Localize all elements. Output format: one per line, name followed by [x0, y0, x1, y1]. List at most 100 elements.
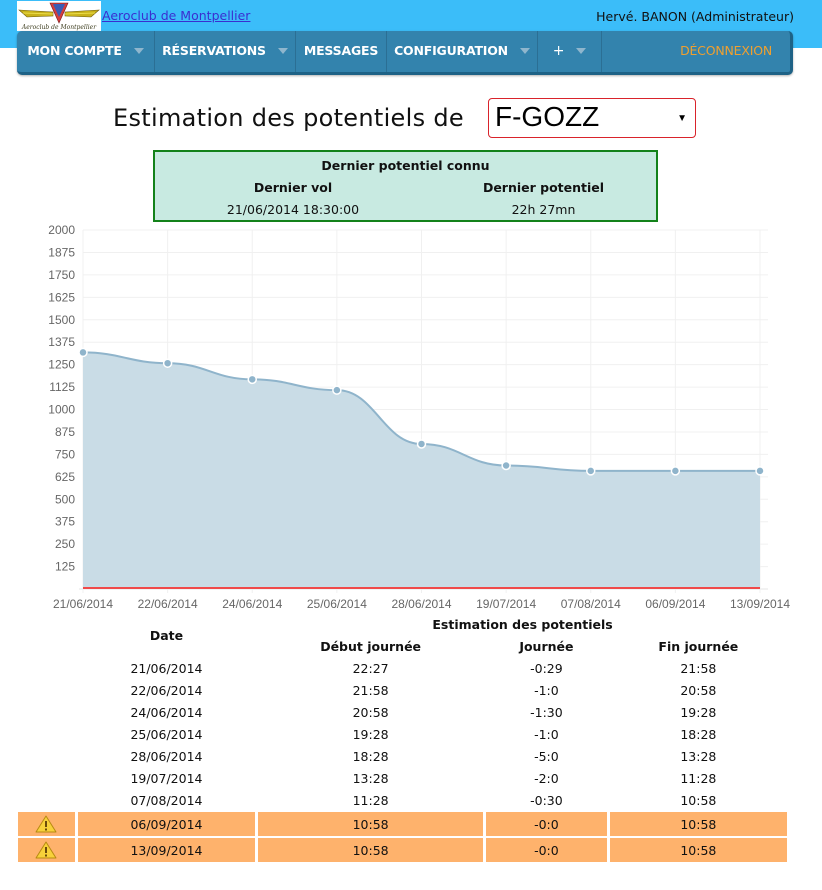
table-row: 28/06/2014 18:28 -5:0 13:28 [18, 746, 787, 766]
day-cell: -1:30 [530, 704, 563, 720]
last-flight-header: Dernier vol [253, 180, 333, 195]
end-header: Fin journée [658, 638, 739, 654]
date-cell: 21/06/2014 [130, 660, 203, 676]
data-point [332, 385, 342, 395]
start-cell: 21:58 [352, 682, 389, 698]
date-cell: 06/09/2014 [77, 812, 256, 836]
logo-caption: Aeroclub de Montpellier [21, 24, 97, 31]
warning-icon [35, 841, 57, 859]
warning-cell [18, 768, 75, 788]
nav-configuration[interactable]: CONFIGURATION [387, 31, 538, 72]
y-tick-label: 875 [55, 425, 75, 439]
y-tick-label: 1875 [48, 245, 75, 259]
end-cell: 18:28 [680, 726, 717, 742]
start-cell: 20:58 [352, 704, 389, 720]
day-cell: -0:0 [486, 812, 607, 836]
day-cell: -1:0 [534, 682, 559, 698]
day-cell: -0:0 [486, 838, 607, 862]
warning-cell [18, 724, 75, 744]
date-cell: 22/06/2014 [130, 682, 203, 698]
data-point [247, 374, 257, 385]
y-tick-label: 625 [55, 470, 75, 484]
x-tick-label: 06/09/2014 [645, 597, 705, 611]
last-known-potential-box: Dernier potentiel connu Dernier vol Dern… [153, 150, 658, 222]
dropdown-arrow-icon: ▼ [677, 113, 687, 124]
last-flight-value: 21/06/2014 18:30:00 [226, 202, 360, 217]
y-tick-label: 125 [55, 560, 75, 574]
x-tick-label: 21/06/2014 [53, 597, 113, 611]
nav-more[interactable]: + [538, 31, 602, 72]
caret-down-icon [519, 47, 530, 54]
x-tick-label: 24/06/2014 [222, 597, 282, 611]
logout-button[interactable]: DÉCONNEXION [602, 31, 790, 72]
y-tick-label: 1000 [48, 403, 75, 417]
start-cell: 10:58 [258, 812, 484, 836]
end-cell: 19:28 [680, 704, 717, 720]
y-axis: 125 250 375 500 625 750 875 1000 1125 1250 1375 150… [48, 223, 75, 574]
start-cell: 11:28 [352, 792, 389, 808]
warning-cell [18, 680, 75, 700]
caret-down-icon [133, 47, 144, 54]
last-potential-value: 22h 27mn [511, 202, 576, 217]
nav-reservations[interactable]: RÉSERVATIONS [155, 31, 296, 72]
table-row: 22/06/2014 21:58 -1:0 20:58 [18, 680, 787, 700]
nav-mon-compte[interactable]: MON COMPTE [17, 31, 155, 72]
data-point [78, 347, 88, 358]
x-tick-label: 22/06/2014 [138, 597, 198, 611]
table-row-warning: 13/09/2014 10:58 -0:0 10:58 [18, 838, 787, 862]
warning-cell [18, 838, 75, 862]
warning-cell [18, 658, 75, 678]
date-header: Date [149, 627, 184, 643]
caret-down-icon [277, 47, 288, 54]
end-cell: 10:58 [609, 838, 787, 862]
y-tick-label: 500 [55, 492, 75, 506]
nav-label: DÉCONNEXION [680, 43, 772, 58]
end-cell: 21:58 [680, 660, 717, 676]
y-tick-label: 1250 [48, 358, 75, 372]
start-cell: 13:28 [352, 770, 389, 786]
day-cell: -0:29 [530, 660, 563, 676]
plus-icon: + [552, 42, 565, 59]
end-cell: 10:58 [680, 792, 717, 808]
warning-cell [18, 812, 75, 836]
x-tick-label: 28/06/2014 [391, 597, 451, 611]
x-tick-label: 13/09/2014 [730, 597, 790, 611]
start-cell: 10:58 [258, 838, 484, 862]
end-cell: 10:58 [609, 812, 787, 836]
date-cell: 28/06/2014 [130, 748, 203, 764]
y-tick-label: 1625 [48, 290, 75, 304]
data-point [162, 358, 173, 368]
y-tick-label: 2000 [48, 223, 75, 237]
current-user: Hervé. BANON (Administrateur) [596, 9, 794, 24]
data-point [586, 466, 596, 476]
last-known-title: Dernier potentiel connu [321, 158, 490, 173]
main-nav: MON COMPTE RÉSERVATIONS MESSAGES CONFIGU… [17, 31, 793, 75]
table-row: 19/07/2014 13:28 -2:0 11:28 [18, 768, 787, 788]
table-row: 24/06/2014 20:58 -1:30 19:28 [18, 702, 787, 722]
start-cell: 19:28 [352, 726, 389, 742]
y-tick-label: 250 [55, 537, 75, 551]
club-link[interactable]: Aeroclub de Montpellier [102, 8, 250, 23]
end-cell: 11:28 [680, 770, 717, 786]
potential-chart: 125 250 375 500 625 750 875 1000 1125 1250 1375 150… [48, 223, 790, 611]
club-logo[interactable]: Aeroclub de Montpellier [17, 1, 101, 31]
aircraft-select-value: F-GOZZ [495, 101, 600, 132]
aircraft-select[interactable]: F-GOZZ ▼ [488, 98, 696, 138]
data-point [416, 439, 427, 449]
x-tick-label: 07/08/2014 [561, 597, 621, 611]
start-cell: 18:28 [352, 748, 389, 764]
table-row-warning: 06/09/2014 10:58 -0:0 10:58 [18, 812, 787, 836]
nav-messages[interactable]: MESSAGES [296, 31, 387, 72]
table-row: 07/08/2014 11:28 -0:30 10:58 [18, 790, 787, 810]
day-cell: -2:0 [534, 770, 559, 786]
warning-col-header [18, 614, 75, 634]
nav-label: CONFIGURATION [394, 43, 508, 58]
y-tick-label: 1750 [48, 268, 75, 282]
table-row: 25/06/2014 19:28 -1:0 18:28 [18, 724, 787, 744]
data-point [755, 466, 765, 476]
x-axis: 21/06/2014 22/06/2014 24/06/2014 25/06/2014… [53, 597, 790, 611]
data-point [670, 466, 681, 476]
start-cell: 22:27 [352, 660, 389, 676]
start-header: Début journée [320, 638, 422, 654]
warning-icon [35, 815, 57, 833]
